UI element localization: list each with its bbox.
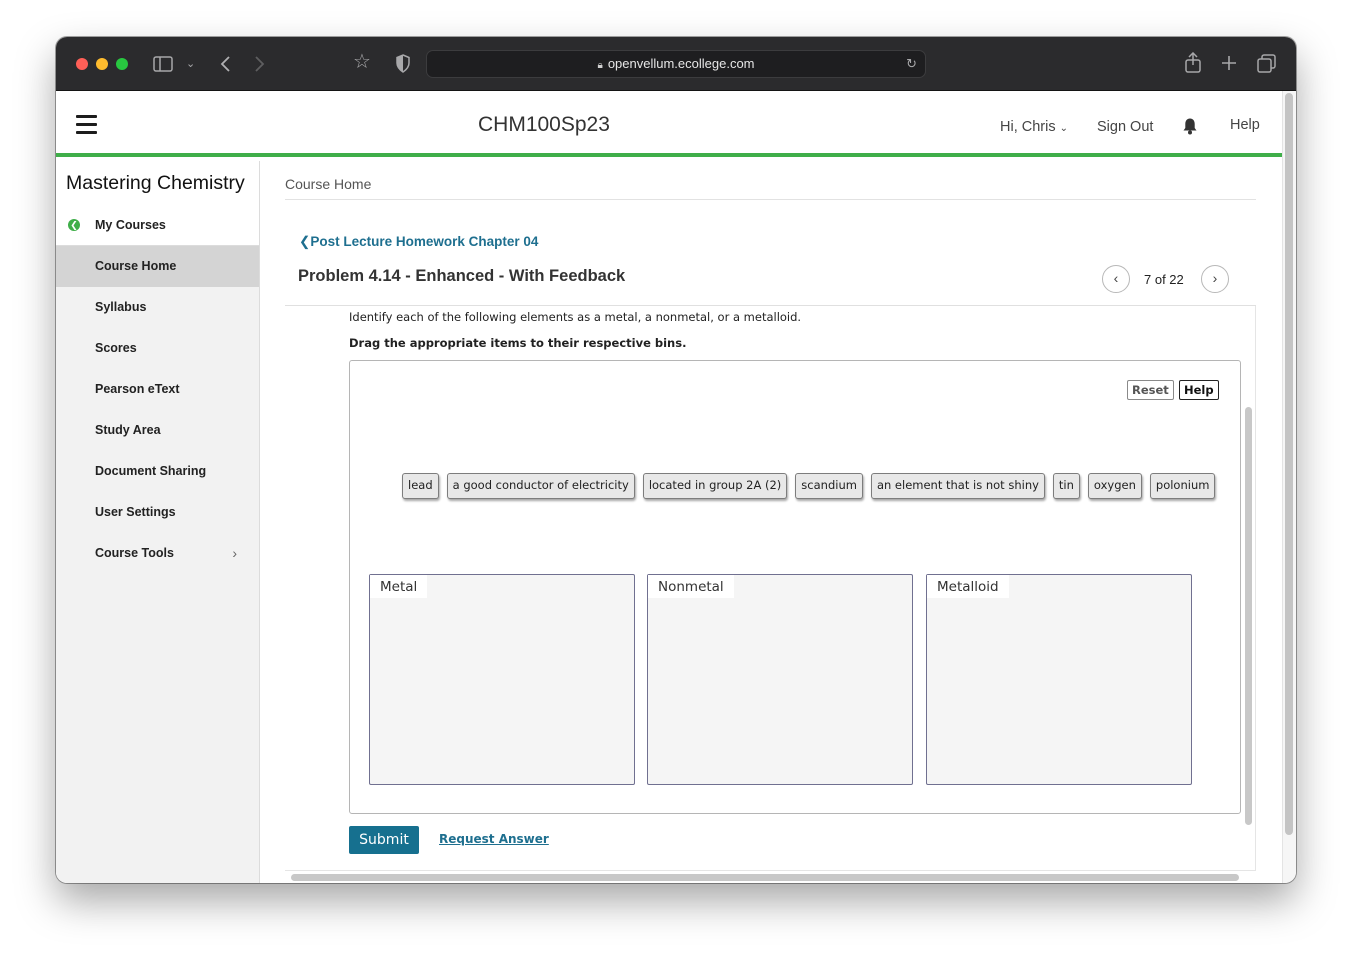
submit-button[interactable]: Submit	[349, 826, 419, 854]
url-text: openvellum.ecollege.com	[607, 56, 755, 71]
shield-icon[interactable]	[395, 54, 411, 73]
drag-item[interactable]: tin	[1052, 473, 1080, 499]
course-title: CHM100Sp23	[478, 113, 610, 136]
drag-item[interactable]: lead	[402, 473, 439, 499]
main-content: Course Home ❮Post Lecture Homework Chapt…	[261, 161, 1282, 883]
assignment-back-link-label: Post Lecture Homework Chapter 04	[310, 234, 539, 249]
sidebar-item-pearson-etext[interactable]: Pearson eText	[56, 369, 259, 410]
drag-item[interactable]: oxygen	[1087, 473, 1142, 499]
problem-vertical-scrollbar[interactable]	[1245, 407, 1252, 825]
previous-problem-button[interactable]: ‹	[1102, 265, 1130, 293]
sidebar-item-label: Document Sharing	[95, 464, 207, 478]
problem-title: Problem 4.14 - Enhanced - With Feedback	[298, 267, 626, 285]
sidebar-item-label: Syllabus	[95, 300, 147, 314]
browser-window: ⌄ ☆ 🔒︎ openvellum.ecollege.com ↻ CHM100S…	[56, 37, 1296, 883]
brand-title: Mastering Chemistry	[56, 161, 259, 205]
app-header: CHM100Sp23 Hi, Chris ⌄ Sign Out Help	[56, 91, 1282, 157]
bin-metalloid[interactable]: Metalloid	[926, 574, 1192, 785]
sign-out-link[interactable]: Sign Out	[1097, 119, 1153, 135]
zoom-window-button[interactable]	[116, 58, 128, 70]
chevron-right-icon: ›	[1212, 270, 1218, 286]
problem-pager: 7 of 22	[1144, 272, 1184, 287]
drag-instruction: Drag the appropriate items to their resp…	[349, 336, 687, 350]
user-menu[interactable]: Hi, Chris ⌄	[1000, 119, 1068, 135]
share-icon[interactable]	[1184, 52, 1202, 74]
back-arrow-icon: ❮	[68, 219, 80, 231]
reload-icon[interactable]: ↻	[906, 51, 917, 77]
tabs-overview-icon[interactable]	[1257, 54, 1276, 73]
help-link[interactable]: Help	[1230, 117, 1260, 133]
drag-item[interactable]: an element that is not shiny	[870, 473, 1045, 499]
next-problem-button[interactable]: ›	[1201, 265, 1229, 293]
back-icon[interactable]	[219, 55, 231, 73]
sidebar-nav: ❮ My Courses Course Home Syllabus Scores…	[56, 205, 259, 883]
bin-nonmetal[interactable]: Nonmetal	[647, 574, 913, 785]
request-answer-link[interactable]: Request Answer	[439, 832, 549, 846]
drag-item[interactable]: located in group 2A (2)	[642, 473, 788, 499]
chevron-left-icon: ❮	[299, 234, 311, 249]
greeting-text: Hi, Chris	[1000, 119, 1056, 135]
sidebar-item-label: User Settings	[95, 505, 176, 519]
drag-item[interactable]: polonium	[1149, 473, 1216, 499]
page-scrollbar[interactable]	[1285, 93, 1293, 835]
bin-label: Metalloid	[927, 575, 1009, 598]
drag-item[interactable]: a good conductor of electricity	[446, 473, 635, 499]
chevron-left-icon: ‹	[1113, 270, 1119, 286]
close-window-button[interactable]	[76, 58, 88, 70]
sidebar-item-course-home[interactable]: Course Home	[56, 246, 259, 287]
drag-and-drop-area: Reset Help lead a good conductor of elect…	[349, 360, 1241, 814]
sidebar-item-label: Pearson eText	[95, 382, 180, 396]
chevron-down-icon[interactable]: ⌄	[186, 54, 195, 74]
chevron-right-icon: ›	[232, 545, 237, 561]
sidebar-item-label: Course Home	[95, 259, 177, 273]
address-bar[interactable]: 🔒︎ openvellum.ecollege.com ↻	[426, 50, 926, 78]
sidebar-item-scores[interactable]: Scores	[56, 328, 259, 369]
sidebar-icon[interactable]	[153, 56, 173, 72]
sidebar-item-course-tools[interactable]: Course Tools ›	[56, 533, 259, 574]
new-tab-icon[interactable]	[1221, 55, 1237, 71]
assignment-back-link[interactable]: ❮Post Lecture Homework Chapter 04	[299, 234, 538, 250]
sidebar-item-label: Scores	[95, 341, 137, 355]
sidebar-item-label: My Courses	[95, 218, 166, 232]
sidebar-item-document-sharing[interactable]: Document Sharing	[56, 451, 259, 492]
draggable-items: lead a good conductor of electricity locat…	[402, 473, 1223, 499]
minimize-window-button[interactable]	[96, 58, 108, 70]
sidebar-item-syllabus[interactable]: Syllabus	[56, 287, 259, 328]
bell-icon[interactable]	[1182, 117, 1198, 135]
browser-toolbar: ⌄ ☆ 🔒︎ openvellum.ecollege.com ↻	[56, 37, 1296, 91]
help-button[interactable]: Help	[1179, 380, 1219, 400]
breadcrumb: Course Home	[285, 176, 1256, 200]
bookmark-star-icon[interactable]: ☆	[353, 52, 371, 72]
lock-icon: 🔒︎	[597, 60, 603, 71]
reset-button[interactable]: Reset	[1127, 380, 1174, 400]
bin-label: Nonmetal	[648, 575, 734, 598]
sidebar: Mastering Chemistry ❮ My Courses Course …	[56, 161, 260, 883]
sidebar-item-my-courses[interactable]: ❮ My Courses	[56, 205, 259, 246]
problem-horizontal-scrollbar[interactable]	[291, 874, 1239, 881]
sidebar-item-label: Study Area	[95, 423, 161, 437]
sidebar-item-study-area[interactable]: Study Area	[56, 410, 259, 451]
bin-metal[interactable]: Metal	[369, 574, 635, 785]
chevron-down-icon: ⌄	[1059, 123, 1069, 134]
instruction-text: Identify each of the following elements …	[349, 310, 802, 324]
forward-icon[interactable]	[254, 55, 266, 73]
hamburger-menu-icon[interactable]	[76, 115, 97, 139]
sidebar-item-user-settings[interactable]: User Settings	[56, 492, 259, 533]
bin-label: Metal	[370, 575, 428, 598]
sidebar-item-label: Course Tools	[95, 546, 174, 560]
drag-item[interactable]: scandium	[795, 473, 863, 499]
